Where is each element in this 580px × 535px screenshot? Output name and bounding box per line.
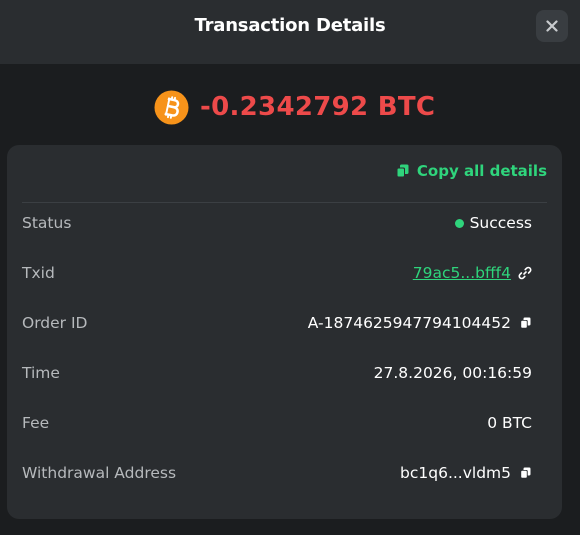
amount-row: -0.2342792 BTC bbox=[154, 89, 435, 125]
copy-icon bbox=[519, 317, 530, 329]
order-id-text: A-1874625947794104452 bbox=[307, 314, 511, 332]
external-link-button[interactable] bbox=[518, 266, 532, 280]
copy-icon bbox=[519, 467, 530, 479]
modal-header: Transaction Details bbox=[0, 0, 580, 64]
withdrawal-address-value: bc1q6...vldm5 bbox=[400, 464, 532, 482]
detail-row-withdrawal-address: Withdrawal Address bc1q6...vldm5 bbox=[22, 461, 532, 485]
status-label: Status bbox=[22, 214, 72, 232]
copy-all-details-button[interactable]: Copy all details bbox=[396, 162, 547, 180]
close-icon bbox=[546, 20, 558, 32]
detail-row-time: Time 27.8.2026, 00:16:59 bbox=[22, 361, 532, 385]
success-dot-icon bbox=[454, 218, 464, 228]
copy-address-button[interactable] bbox=[518, 466, 532, 480]
transaction-amount: -0.2342792 BTC bbox=[200, 92, 436, 122]
txid-label: Txid bbox=[22, 264, 55, 282]
copy-order-id-button[interactable] bbox=[518, 316, 532, 330]
detail-row-fee: Fee 0 BTC bbox=[22, 411, 532, 435]
divider bbox=[22, 202, 547, 203]
fee-value: 0 BTC bbox=[487, 414, 532, 432]
copy-icon bbox=[396, 164, 409, 178]
time-value: 27.8.2026, 00:16:59 bbox=[373, 364, 532, 382]
txid-value: 79ac5...bfff4 bbox=[413, 264, 532, 282]
copy-all-details-label: Copy all details bbox=[416, 162, 547, 180]
withdrawal-address-label: Withdrawal Address bbox=[22, 464, 177, 482]
order-id-label: Order ID bbox=[22, 314, 88, 332]
detail-row-status: Status Success bbox=[22, 211, 532, 235]
fee-label: Fee bbox=[22, 414, 50, 432]
link-icon bbox=[518, 266, 532, 280]
status-value: Success bbox=[454, 214, 532, 232]
time-label: Time bbox=[22, 364, 60, 382]
txid-link[interactable]: 79ac5...bfff4 bbox=[413, 264, 511, 282]
bitcoin-icon bbox=[154, 89, 189, 125]
modal-title: Transaction Details bbox=[194, 15, 386, 36]
withdrawal-address-text: bc1q6...vldm5 bbox=[400, 464, 511, 482]
detail-row-order-id: Order ID A-1874625947794104452 bbox=[22, 311, 532, 335]
details-card: Copy all details Status Success Txid 79a… bbox=[7, 145, 562, 519]
order-id-value: A-1874625947794104452 bbox=[308, 314, 532, 332]
detail-row-txid: Txid 79ac5...bfff4 bbox=[22, 261, 532, 285]
status-text: Success bbox=[469, 214, 532, 232]
close-button[interactable] bbox=[536, 10, 568, 42]
